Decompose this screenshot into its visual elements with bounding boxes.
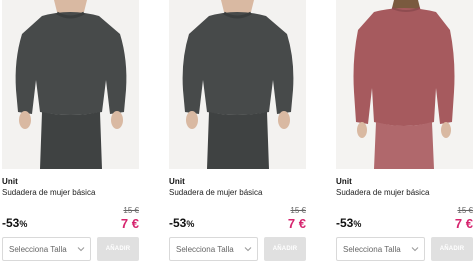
product-card[interactable]: Unit Sudadera de mujer básica -53% 15 € … bbox=[2, 0, 139, 263]
size-select[interactable]: Selecciona Talla bbox=[169, 237, 258, 261]
product-image[interactable] bbox=[336, 0, 473, 169]
discount-percent-sign: % bbox=[353, 219, 362, 229]
original-price: 15 € bbox=[123, 206, 139, 215]
discount-value: -53 bbox=[2, 216, 20, 230]
original-price: 15 € bbox=[457, 206, 473, 215]
product-name[interactable]: Sudadera de mujer básica bbox=[2, 188, 95, 197]
size-select-placeholder: Selecciona Talla bbox=[343, 244, 401, 254]
add-to-cart-button[interactable]: AÑADIR bbox=[264, 237, 306, 261]
discount-percent-sign: % bbox=[186, 219, 195, 229]
product-image[interactable] bbox=[2, 0, 139, 169]
product-card[interactable]: Unit Sudadera de mujer básica -53% 15 € … bbox=[336, 0, 473, 263]
size-select[interactable]: Selecciona Talla bbox=[2, 237, 91, 261]
product-name[interactable]: Sudadera de mujer básica bbox=[169, 188, 262, 197]
sale-price: 7 € bbox=[287, 216, 306, 231]
chevron-down-icon bbox=[77, 247, 85, 252]
discount-value: -53 bbox=[336, 216, 354, 230]
chevron-down-icon bbox=[244, 247, 252, 252]
sale-price: 7 € bbox=[120, 216, 139, 231]
discount-badge: -53% bbox=[2, 216, 27, 230]
size-select[interactable]: Selecciona Talla bbox=[336, 237, 425, 261]
discount-badge: -53% bbox=[169, 216, 194, 230]
product-image[interactable] bbox=[169, 0, 306, 169]
product-brand: Unit bbox=[2, 177, 18, 186]
original-price: 15 € bbox=[290, 206, 306, 215]
sale-price: 7 € bbox=[454, 216, 473, 231]
add-to-cart-button[interactable]: AÑADIR bbox=[431, 237, 473, 261]
discount-value: -53 bbox=[169, 216, 187, 230]
size-select-placeholder: Selecciona Talla bbox=[176, 244, 234, 254]
product-brand: Unit bbox=[169, 177, 185, 186]
product-name[interactable]: Sudadera de mujer básica bbox=[336, 188, 429, 197]
chevron-down-icon bbox=[411, 247, 419, 252]
product-brand: Unit bbox=[336, 177, 352, 186]
add-to-cart-button[interactable]: AÑADIR bbox=[97, 237, 139, 261]
discount-badge: -53% bbox=[336, 216, 361, 230]
product-card[interactable]: Unit Sudadera de mujer básica -53% 15 € … bbox=[169, 0, 306, 263]
size-select-placeholder: Selecciona Talla bbox=[9, 244, 67, 254]
discount-percent-sign: % bbox=[19, 219, 28, 229]
